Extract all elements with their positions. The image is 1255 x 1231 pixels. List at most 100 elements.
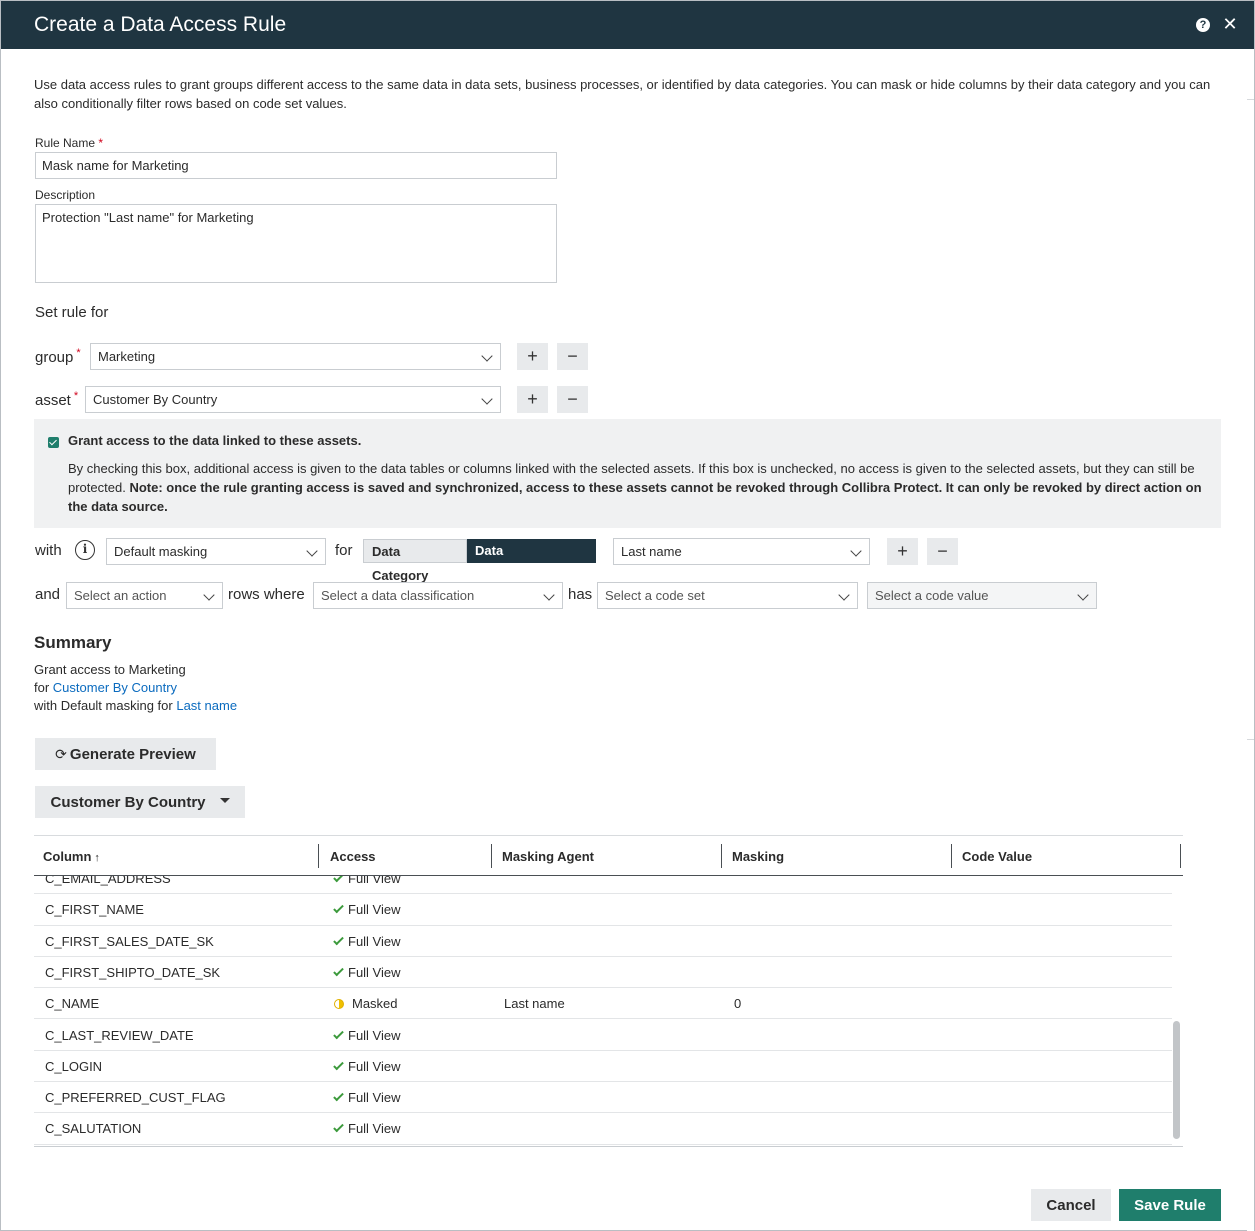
table-row[interactable]: C_SALUTATION Full View	[34, 1113, 1172, 1145]
code-value-select[interactable]: Select a code value	[867, 582, 1097, 609]
check-icon	[333, 1090, 344, 1102]
preview-asset-dropdown[interactable]: Customer By Country	[35, 786, 245, 818]
action-select[interactable]: Select an action	[66, 582, 223, 609]
row-classification-select[interactable]: Select a data classification	[313, 582, 563, 609]
remove-group-button[interactable]: −	[557, 343, 588, 370]
cell-column: C_FIRST_SALES_DATE_SK	[45, 933, 214, 949]
masking-select-value: Default masking	[114, 544, 208, 559]
group-select[interactable]: Marketing	[90, 343, 501, 370]
column-header-code-value[interactable]: Code Value	[962, 849, 1032, 864]
check-icon	[333, 1059, 344, 1071]
cell-access: Full View	[333, 1121, 401, 1136]
group-label: group *	[35, 347, 81, 366]
rows-where-label: rows where	[228, 586, 305, 603]
cell-column: C_FIRST_SHIPTO_DATE_SK	[45, 964, 221, 980]
remove-asset-button[interactable]: −	[557, 386, 588, 413]
add-group-button[interactable]: +	[517, 343, 548, 370]
column-header-column[interactable]: Column ↑	[43, 849, 100, 864]
summary-line-with: with Default masking for Last name	[34, 698, 238, 713]
cell-access: Full View	[333, 1028, 401, 1043]
check-icon	[333, 902, 344, 914]
table-row[interactable]: C_FIRST_NAME Full View	[34, 894, 1172, 926]
info-icon[interactable]: i	[75, 540, 95, 560]
refresh-icon: ⟳	[55, 745, 67, 762]
help-icon[interactable]: ?	[1196, 18, 1210, 32]
cell-column: C_SALUTATION	[45, 1121, 142, 1137]
description-textarea[interactable]: Protection "Last name" for Marketing	[35, 204, 557, 283]
classification-select-value: Last name	[621, 544, 682, 559]
description-label: Description	[35, 188, 96, 202]
dialog-titlebar: Create a Data Access Rule ? ✕	[1, 1, 1254, 49]
cancel-button[interactable]: Cancel	[1031, 1189, 1111, 1221]
check-icon	[333, 965, 344, 977]
chevron-down-icon	[850, 545, 862, 557]
cell-column: C_LAST_REVIEW_DATE	[45, 1027, 194, 1043]
row-classification-placeholder: Select a data classification	[321, 588, 475, 603]
asset-select-value: Customer By Country	[93, 392, 218, 407]
table-scrollbar[interactable]	[1173, 1021, 1180, 1139]
masking-select[interactable]: Default masking	[106, 538, 326, 565]
code-value-placeholder: Select a code value	[875, 588, 989, 603]
cell-column: C_PREFERRED_CUST_FLAG	[45, 1090, 226, 1106]
asset-select[interactable]: Customer By Country	[85, 386, 501, 413]
table-body: C_EMAIL_ADDRESS Full View C_FIRST_NAME Full…	[34, 876, 1172, 1147]
cell-access: Full View	[333, 1090, 401, 1105]
create-data-access-rule-dialog: Create a Data Access Rule ? ✕ Use data a…	[0, 0, 1255, 1231]
with-label: with	[35, 542, 62, 559]
grant-access-title: Grant access to the data linked to these…	[68, 433, 362, 448]
grant-access-panel: Grant access to the data linked to these…	[34, 419, 1221, 528]
chevron-down-icon	[1077, 589, 1089, 601]
cell-access: Full View	[333, 1059, 401, 1074]
summary-asset-link[interactable]: Customer By Country	[53, 680, 177, 695]
has-label: has	[568, 586, 593, 603]
chevron-down-icon	[306, 545, 318, 557]
rule-name-label: Rule Name *	[35, 136, 104, 150]
table-row[interactable]: C_FIRST_SALES_DATE_SK Full View	[34, 926, 1172, 957]
cell-access: Full View	[333, 934, 401, 949]
table-row[interactable]: C_NAME Masked Last name 0	[34, 988, 1172, 1020]
table-header: Column ↑ Access Masking Agent Masking Cod…	[34, 836, 1183, 876]
summary-line-for: for Customer By Country	[34, 680, 178, 695]
check-icon	[333, 876, 344, 883]
action-select-placeholder: Select an action	[74, 588, 167, 603]
table-row[interactable]: C_LOGIN Full View	[34, 1051, 1172, 1083]
generate-preview-button[interactable]: ⟳ Generate Preview	[35, 738, 216, 770]
chevron-down-icon	[838, 589, 850, 601]
chevron-down-icon	[203, 589, 215, 601]
group-select-value: Marketing	[98, 349, 156, 364]
save-rule-button[interactable]: Save Rule	[1119, 1189, 1221, 1221]
preview-table: Column ↑ Access Masking Agent Masking Cod…	[34, 835, 1183, 1147]
dialog-scroll-rail	[1247, 49, 1254, 1231]
code-set-select[interactable]: Select a code set	[597, 582, 858, 609]
for-label: for	[335, 542, 353, 559]
table-row[interactable]: C_EMAIL_ADDRESS Full View	[34, 876, 1172, 895]
cell-column: C_FIRST_NAME	[45, 902, 144, 918]
caret-down-icon	[219, 798, 230, 804]
remove-classification-button[interactable]: −	[927, 538, 958, 565]
column-header-masking-agent[interactable]: Masking Agent	[502, 849, 594, 864]
cell-column: C_NAME	[45, 996, 100, 1012]
add-classification-button[interactable]: +	[887, 538, 918, 565]
column-header-access[interactable]: Access	[330, 849, 376, 864]
add-asset-button[interactable]: +	[517, 386, 548, 413]
toggle-data-classification[interactable]: Data Classification	[467, 539, 596, 582]
cell-access: Full View	[333, 902, 401, 917]
table-row[interactable]: C_LAST_REVIEW_DATE Full View	[34, 1020, 1172, 1051]
cell-column: C_LOGIN	[45, 1058, 103, 1074]
cell-access: Full View	[333, 876, 401, 886]
check-icon	[333, 1028, 344, 1039]
summary-classification-link[interactable]: Last name	[176, 698, 237, 713]
masked-icon	[334, 999, 344, 1010]
classification-select[interactable]: Last name	[613, 538, 870, 565]
grant-access-checkbox[interactable]	[48, 437, 59, 448]
sort-ascending-icon: ↑	[94, 852, 100, 864]
chevron-down-icon	[481, 393, 493, 405]
table-row[interactable]: C_FIRST_SHIPTO_DATE_SK Full View	[34, 957, 1172, 989]
column-header-masking[interactable]: Masking	[732, 849, 784, 864]
close-icon[interactable]: ✕	[1222, 15, 1238, 33]
code-set-placeholder: Select a code set	[605, 588, 705, 603]
intro-text: Use data access rules to grant groups di…	[34, 77, 1211, 111]
toggle-data-category[interactable]: Data Category	[363, 539, 467, 583]
table-row[interactable]: C_PREFERRED_CUST_FLAG Full View	[34, 1082, 1172, 1114]
rule-name-input[interactable]	[35, 152, 557, 179]
